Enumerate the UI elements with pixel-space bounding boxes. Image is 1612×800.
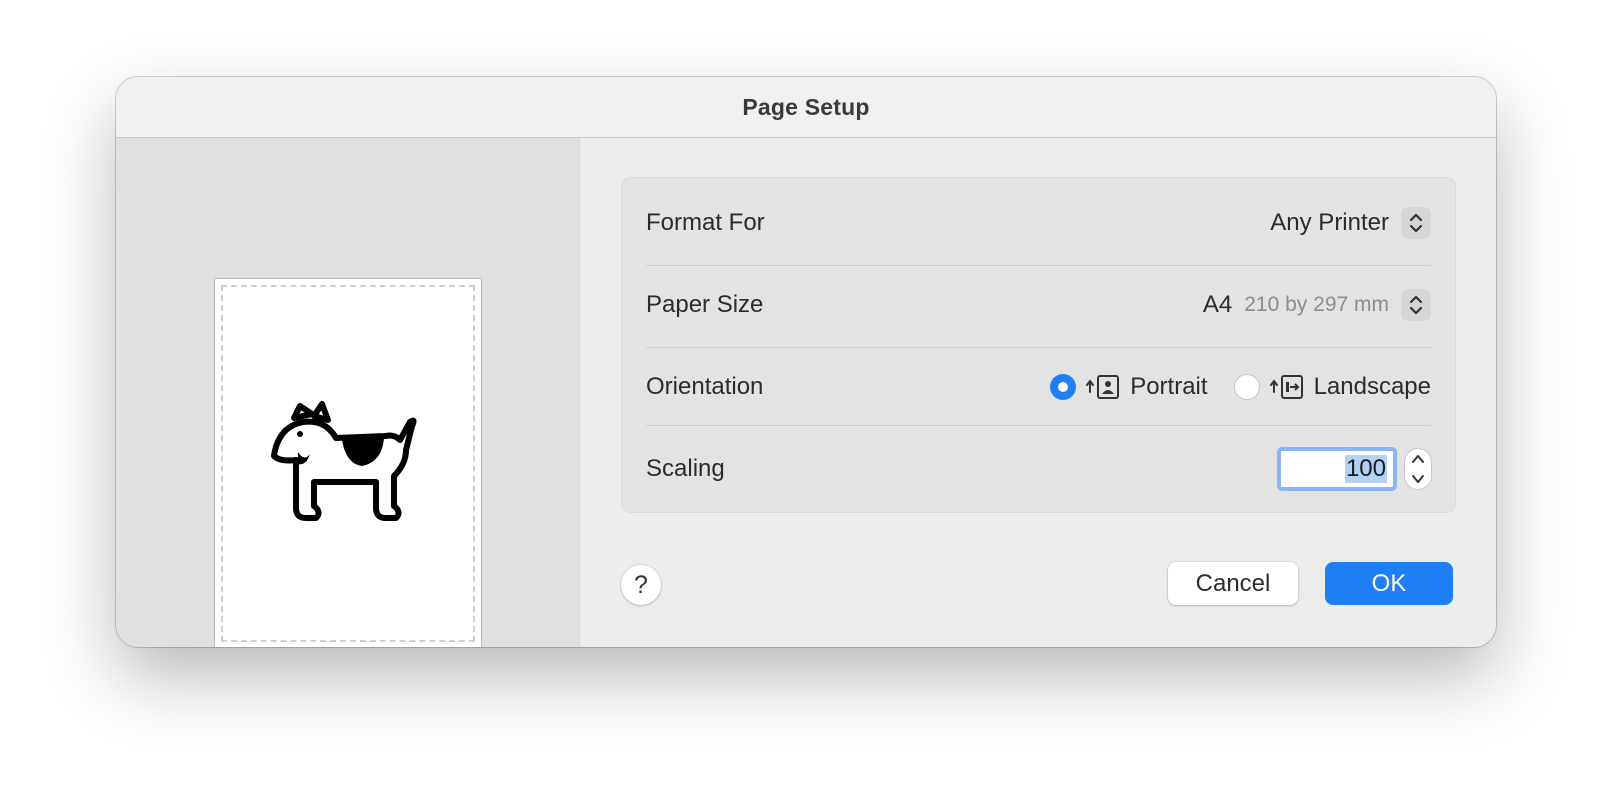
scaling-input[interactable]: 100 (1277, 447, 1397, 491)
paper-size-detail: 210 by 297 mm (1244, 293, 1389, 316)
row-divider (646, 265, 1431, 266)
chevron-updown-icon (1401, 207, 1431, 239)
row-divider (646, 425, 1431, 426)
chevron-updown-icon (1401, 289, 1431, 321)
page-preview-pane (116, 138, 580, 647)
format-for-value: Any Printer (1270, 209, 1389, 236)
format-for-row: Format For Any Printer (646, 200, 1431, 246)
paper-size-popup[interactable]: A4 210 by 297 mm (1203, 289, 1431, 321)
scaling-control: 100 (1277, 447, 1431, 491)
portrait-option[interactable]: Portrait (1050, 373, 1208, 401)
landscape-label: Landscape (1313, 373, 1431, 400)
orientation-radio-group: Portrait Landscape (1050, 373, 1431, 401)
portrait-label: Portrait (1130, 373, 1208, 400)
chevron-down-icon[interactable] (1411, 473, 1425, 485)
ok-button[interactable]: OK (1325, 562, 1453, 605)
orientation-row: Orientation Portrait Landscape (646, 364, 1431, 410)
landscape-radio[interactable] (1233, 374, 1260, 400)
paper-size-row: Paper Size A4 210 by 297 mm (646, 282, 1431, 328)
landscape-icon (1269, 375, 1303, 399)
scaling-label: Scaling (646, 455, 725, 482)
landscape-option[interactable]: Landscape (1233, 373, 1431, 401)
dog-icon (271, 401, 417, 521)
scaling-row: Scaling 100 (646, 444, 1431, 494)
scaling-value: 100 (1344, 455, 1387, 483)
help-button[interactable]: ? (621, 565, 661, 605)
dialog-title: Page Setup (742, 93, 870, 120)
paper-preview (214, 278, 482, 647)
scaling-stepper[interactable] (1405, 449, 1431, 489)
page-setup-dialog: Page Setup Format For Any Printer Paper … (116, 77, 1496, 647)
portrait-icon (1086, 375, 1120, 399)
orientation-label: Orientation (646, 373, 764, 400)
paper-size-label: Paper Size (646, 291, 764, 318)
chevron-up-icon[interactable] (1411, 453, 1425, 465)
portrait-radio[interactable] (1050, 374, 1077, 400)
settings-panel: Format For Any Printer Paper Size A4 210… (621, 177, 1456, 513)
cancel-button[interactable]: Cancel (1168, 562, 1298, 605)
row-divider (646, 347, 1431, 348)
paper-size-value: A4 (1202, 291, 1233, 318)
format-for-label: Format For (646, 209, 765, 236)
titlebar: Page Setup (116, 77, 1496, 138)
format-for-popup[interactable]: Any Printer (1270, 207, 1431, 239)
